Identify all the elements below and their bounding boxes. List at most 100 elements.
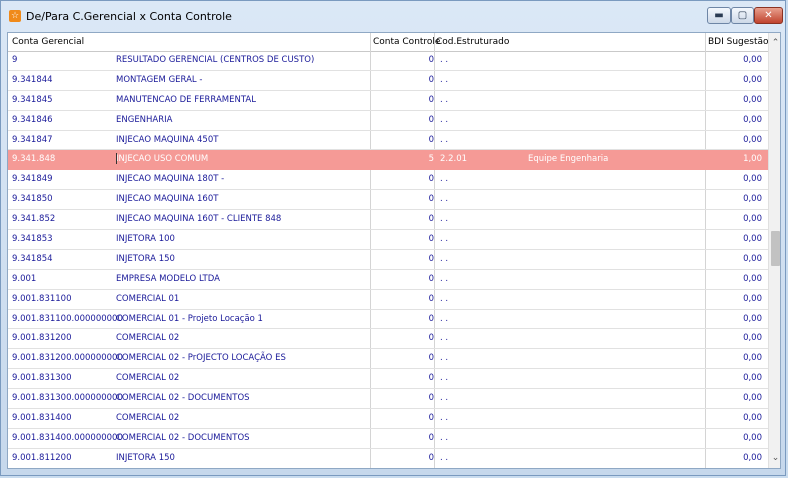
cell-conta-controle[interactable]: 0 xyxy=(372,373,434,383)
cell-cod-estruturado[interactable]: . . xyxy=(440,95,448,105)
table-row[interactable]: 9.001.831100 COMERCIAL 01 0 . . 0,00 xyxy=(8,290,768,310)
cell-conta-controle[interactable]: 0 xyxy=(372,115,434,125)
cell-descricao[interactable]: COMERCIAL 02 - DOCUMENTOS xyxy=(116,393,250,403)
cell-bdi-sugestao[interactable]: 0,00 xyxy=(698,234,762,244)
cell-descricao[interactable]: COMERCIAL 02 xyxy=(116,333,179,343)
cell-descricao[interactable]: COMERCIAL 02 - PrOJECTO LOCAÇÃO ES xyxy=(116,353,286,363)
cell-complemento[interactable]: Equipe Engenharia xyxy=(528,154,608,164)
cell-conta-gerencial[interactable]: 9.001.831200 xyxy=(12,333,71,343)
cell-conta-controle[interactable]: 0 xyxy=(372,314,434,324)
cell-cod-estruturado[interactable]: . . xyxy=(440,294,448,304)
cell-cod-estruturado[interactable]: . . xyxy=(440,413,448,423)
cell-conta-controle[interactable]: 0 xyxy=(372,234,434,244)
cell-descricao[interactable]: COMERCIAL 02 - DOCUMENTOS xyxy=(116,433,250,443)
column-header-bdi-sugestao[interactable]: BDI Sugestão xyxy=(708,37,769,47)
cell-descricao[interactable]: COMERCIAL 01 - Projeto Locação 1 xyxy=(116,314,263,324)
cell-cod-estruturado[interactable]: . . xyxy=(440,115,448,125)
table-row[interactable]: 9.341850 INJECAO MAQUINA 160T 0 . . 0,00 xyxy=(8,190,768,211)
scroll-down-icon[interactable]: ⌄ xyxy=(769,451,780,465)
cell-bdi-sugestao[interactable]: 0,00 xyxy=(698,453,762,463)
cell-conta-gerencial[interactable]: 9.341850 xyxy=(12,194,53,204)
cell-cod-estruturado[interactable]: . . xyxy=(440,194,448,204)
table-row[interactable]: 9.001.831200 COMERCIAL 02 0 . . 0,00 xyxy=(8,329,768,350)
cell-cod-estruturado[interactable]: . . xyxy=(440,393,448,403)
cell-cod-estruturado[interactable]: . . xyxy=(440,314,448,324)
cell-descricao[interactable]: COMERCIAL 02 xyxy=(116,413,179,423)
cell-conta-controle[interactable]: 0 xyxy=(372,214,434,224)
cell-conta-gerencial[interactable]: 9.341.852 xyxy=(12,214,55,224)
cell-conta-controle[interactable]: 5 xyxy=(372,154,434,164)
cell-conta-controle[interactable]: 0 xyxy=(372,333,434,343)
cell-conta-controle[interactable]: 0 xyxy=(372,453,434,463)
cell-bdi-sugestao[interactable]: 0,00 xyxy=(698,373,762,383)
table-row[interactable]: 9.341845 MANUTENCAO DE FERRAMENTAL 0 . . 0,0… xyxy=(8,91,768,111)
cell-bdi-sugestao[interactable]: 0,00 xyxy=(698,433,762,443)
cell-cod-estruturado[interactable]: . . xyxy=(440,274,448,284)
column-header-conta-gerencial[interactable]: Conta Gerencial xyxy=(12,37,84,47)
cell-conta-gerencial[interactable]: 9.001.831100.000000000 xyxy=(12,314,123,324)
table-row[interactable]: 9.341853 INJETORA 100 0 . . 0,00 xyxy=(8,230,768,250)
minimize-button[interactable]: ▬ xyxy=(707,7,731,24)
cell-conta-gerencial[interactable]: 9.341845 xyxy=(12,95,53,105)
cell-descricao[interactable]: MONTAGEM GERAL - xyxy=(116,75,202,85)
scroll-thumb[interactable] xyxy=(771,231,780,266)
cell-bdi-sugestao[interactable]: 1,00 xyxy=(698,154,762,164)
cell-bdi-sugestao[interactable]: 0,00 xyxy=(698,95,762,105)
cell-descricao[interactable]: MANUTENCAO DE FERRAMENTAL xyxy=(116,95,256,105)
cell-conta-gerencial[interactable]: 9.001.831300 xyxy=(12,373,71,383)
cell-conta-controle[interactable]: 0 xyxy=(372,413,434,423)
cell-cod-estruturado[interactable]: . . xyxy=(440,373,448,383)
cell-bdi-sugestao[interactable]: 0,00 xyxy=(698,333,762,343)
cell-conta-controle[interactable]: 0 xyxy=(372,393,434,403)
cell-bdi-sugestao[interactable]: 0,00 xyxy=(698,174,762,184)
cell-conta-controle[interactable]: 0 xyxy=(372,433,434,443)
cell-conta-gerencial[interactable]: 9.001.831100 xyxy=(12,294,71,304)
table-row[interactable]: 9.341854 INJETORA 150 0 . . 0,00 xyxy=(8,250,768,270)
cell-cod-estruturado[interactable]: . . xyxy=(440,214,448,224)
table-row[interactable]: 9.341.852 INJECAO MAQUINA 160T - CLIENTE … xyxy=(8,210,768,231)
cell-conta-gerencial[interactable]: 9.341.848 xyxy=(12,154,55,164)
cell-descricao[interactable]: INJECAO USO COMUM xyxy=(116,154,208,164)
cell-cod-estruturado[interactable]: . . xyxy=(440,254,448,264)
cell-cod-estruturado[interactable]: . . xyxy=(440,453,448,463)
cell-conta-gerencial[interactable]: 9.341853 xyxy=(12,234,53,244)
table-row[interactable]: 9.341844 MONTAGEM GERAL - 0 . . 0,00 xyxy=(8,71,768,91)
column-header-conta-controle[interactable]: Conta Controle xyxy=(373,37,440,47)
cell-bdi-sugestao[interactable]: 0,00 xyxy=(698,393,762,403)
cell-descricao[interactable]: INJECAO MAQUINA 160T - CLIENTE 848 xyxy=(116,214,281,224)
table-row[interactable]: 9.001.831300 COMERCIAL 02 0 . . 0,00 xyxy=(8,369,768,390)
cell-bdi-sugestao[interactable]: 0,00 xyxy=(698,194,762,204)
cell-cod-estruturado[interactable]: . . xyxy=(440,333,448,343)
cell-descricao[interactable]: INJECAO MAQUINA 450T xyxy=(116,135,218,145)
cell-bdi-sugestao[interactable]: 0,00 xyxy=(698,135,762,145)
close-button[interactable]: ✕ xyxy=(754,7,783,24)
cell-cod-estruturado[interactable]: . . xyxy=(440,433,448,443)
table-row[interactable]: 9.001.831400.000000000 COMERCIAL 02 - DOC… xyxy=(8,429,768,449)
cell-bdi-sugestao[interactable]: 0,00 xyxy=(698,353,762,363)
cell-descricao[interactable]: INJECAO MAQUINA 160T xyxy=(116,194,218,204)
cell-cod-estruturado[interactable]: . . xyxy=(440,135,448,145)
cell-conta-controle[interactable]: 0 xyxy=(372,294,434,304)
table-row[interactable]: 9.001.831300.000000000 COMERCIAL 02 - DOC… xyxy=(8,389,768,410)
cell-conta-controle[interactable]: 0 xyxy=(372,194,434,204)
cell-bdi-sugestao[interactable]: 0,00 xyxy=(698,294,762,304)
cell-conta-controle[interactable]: 0 xyxy=(372,55,434,65)
cell-conta-gerencial[interactable]: 9 xyxy=(12,55,17,65)
cell-descricao[interactable]: INJECAO MAQUINA 180T - xyxy=(116,174,224,184)
cell-bdi-sugestao[interactable]: 0,00 xyxy=(698,75,762,85)
cell-conta-controle[interactable]: 0 xyxy=(372,95,434,105)
column-header-cod-estruturado[interactable]: Cod.Estruturado xyxy=(436,37,509,47)
cell-cod-estruturado[interactable]: . . xyxy=(440,174,448,184)
table-row[interactable]: 9.001.831100.000000000 COMERCIAL 01 - Pro… xyxy=(8,310,768,330)
cell-descricao[interactable]: RESULTADO GERENCIAL (CENTROS DE CUSTO) xyxy=(116,55,314,65)
cell-bdi-sugestao[interactable]: 0,00 xyxy=(698,254,762,264)
cell-conta-gerencial[interactable]: 9.001.811200 xyxy=(12,453,71,463)
cell-bdi-sugestao[interactable]: 0,00 xyxy=(698,55,762,65)
title-bar[interactable]: ☆ De/Para C.Gerencial x Conta Controle ▬… xyxy=(1,1,787,31)
table-row-selected[interactable]: 9.341.848 INJECAO USO COMUM 5 2.2.01 Equipe … xyxy=(8,150,768,171)
cell-conta-controle[interactable]: 0 xyxy=(372,254,434,264)
cell-cod-estruturado[interactable]: . . xyxy=(440,75,448,85)
cell-conta-gerencial[interactable]: 9.341854 xyxy=(12,254,53,264)
cell-conta-controle[interactable]: 0 xyxy=(372,174,434,184)
cell-conta-controle[interactable]: 0 xyxy=(372,75,434,85)
